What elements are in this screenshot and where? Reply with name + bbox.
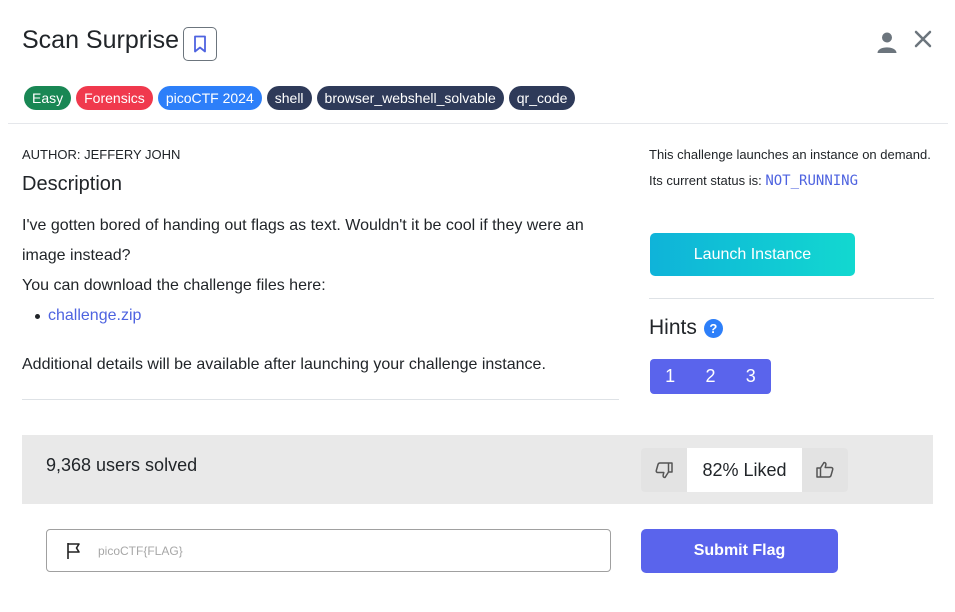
description-text: I've gotten bored of handing out flags a… <box>22 217 584 264</box>
hints-heading: Hints <box>649 316 697 339</box>
author-label: AUTHOR: JEFFERY JOHN <box>22 147 181 162</box>
like-button[interactable] <box>802 448 848 492</box>
submit-flag-button[interactable]: Submit Flag <box>641 529 838 573</box>
instance-info-text: This challenge launches an instance on d… <box>649 147 931 162</box>
solved-count: 9,368 users solved <box>46 455 198 475</box>
hint-3-button[interactable]: 3 <box>730 359 771 394</box>
bookmark-button[interactable] <box>183 27 217 61</box>
thumbs-up-icon <box>816 461 834 478</box>
bookmark-icon <box>194 35 206 53</box>
file-list: challenge.zip <box>22 301 622 331</box>
hint-2-button[interactable]: 2 <box>690 359 731 394</box>
download-text: You can download the challenge files her… <box>22 277 326 294</box>
instance-info: This challenge launches an instance on d… <box>649 142 939 194</box>
tag-event[interactable]: picoCTF 2024 <box>157 86 262 110</box>
user-icon[interactable] <box>875 30 899 54</box>
hint-1-button[interactable]: 1 <box>650 359 691 394</box>
description-heading: Description <box>22 173 123 195</box>
status-prefix: Its current status is: <box>649 173 762 188</box>
instance-divider <box>649 298 934 299</box>
tag-qr-code[interactable]: qr_code <box>508 86 576 110</box>
flag-input[interactable] <box>98 543 578 558</box>
thumbs-down-icon <box>655 462 673 479</box>
dislike-button[interactable] <box>641 448 687 492</box>
liked-percentage: 82% Liked <box>687 448 802 492</box>
additional-details-text: Additional details will be available aft… <box>22 356 546 373</box>
tag-category[interactable]: Forensics <box>76 86 153 110</box>
launch-instance-button[interactable]: Launch Instance <box>650 233 855 276</box>
close-icon[interactable] <box>911 27 935 51</box>
tag-browser-webshell[interactable]: browser_webshell_solvable <box>316 86 504 110</box>
flag-input-container <box>46 529 611 572</box>
hints-section-heading: Hints ? <box>649 316 723 340</box>
like-group: 82% Liked <box>641 448 848 492</box>
page-title: Scan Surprise <box>22 26 180 54</box>
hints-button-group: 1 2 3 <box>650 359 771 394</box>
tag-difficulty[interactable]: Easy <box>24 86 72 110</box>
description-body: I've gotten bored of handing out flags a… <box>22 211 622 331</box>
instance-status-line: Its current status is: NOT_RUNNING <box>649 168 939 194</box>
list-item: challenge.zip <box>35 301 622 331</box>
status-badge: NOT_RUNNING <box>765 173 859 189</box>
challenge-file-link[interactable]: challenge.zip <box>48 307 141 324</box>
stats-bar: 9,368 users solved 82% Liked <box>22 435 933 504</box>
tag-shell[interactable]: shell <box>266 86 312 110</box>
description-divider <box>22 399 619 400</box>
header-divider <box>8 123 948 124</box>
tag-list: Easy Forensics picoCTF 2024 shell browse… <box>24 86 576 110</box>
flag-icon <box>67 542 80 559</box>
help-icon[interactable]: ? <box>703 318 723 338</box>
